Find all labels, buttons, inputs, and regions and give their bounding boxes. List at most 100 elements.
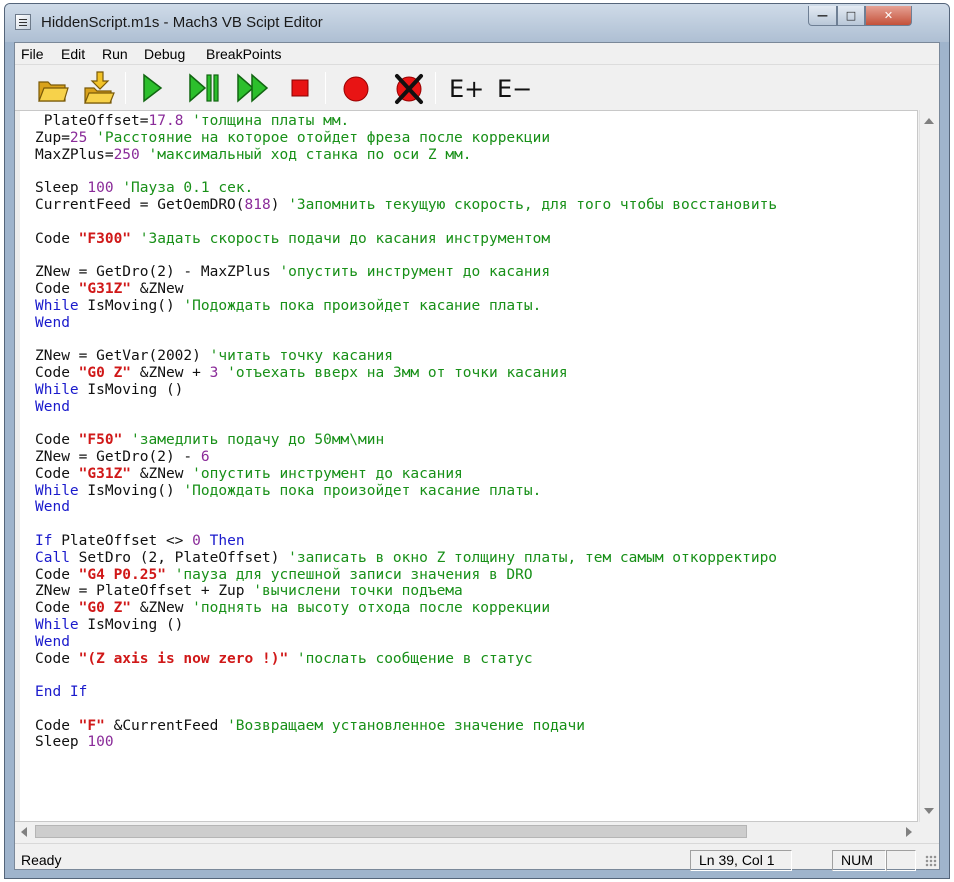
code-line[interactable]: Wend (35, 399, 777, 416)
code-line[interactable]: Code "G0 Z" &ZNew 'поднять на высоту отх… (35, 600, 777, 617)
code-line[interactable] (35, 516, 777, 533)
code-line[interactable]: ZNew = GetVar(2002) 'читать точку касани… (35, 348, 777, 365)
code-text: Code (35, 566, 79, 583)
code-line[interactable]: Wend (35, 634, 777, 651)
horizontal-scroll-thumb[interactable] (35, 825, 747, 838)
code-line[interactable]: Code "(Z axis is now zero !)" 'послать с… (35, 651, 777, 668)
code-text: ZNew = GetDro(2) - (35, 448, 201, 465)
close-button[interactable]: ✕ (865, 6, 912, 26)
code-number: 25 (69, 129, 88, 146)
code-comment: 'Пауза 0.1 сек. (122, 180, 254, 197)
code-line[interactable]: Code "G31Z" &ZNew 'опустить инструмент д… (35, 466, 777, 483)
code-line[interactable]: Wend (35, 499, 777, 516)
code-string: "F50" (78, 432, 123, 449)
code-line[interactable]: ZNew = GetDro(2) - MaxZPlus 'опустить ин… (35, 264, 777, 281)
minimize-button[interactable]: — (808, 6, 837, 26)
menu-run[interactable]: Run (102, 46, 128, 62)
menu-debug[interactable]: Debug (144, 46, 185, 62)
code-string: "F" (78, 717, 105, 734)
code-comment: 'послать сообщение в статус (296, 650, 533, 667)
code-keyword: Then (209, 532, 245, 549)
code-line[interactable]: CurrentFeed = GetOemDRO(818) 'Запомнить … (35, 197, 777, 214)
code-line[interactable] (35, 415, 777, 432)
scroll-right-icon[interactable] (906, 827, 912, 837)
code-line[interactable]: While IsMoving() 'Подождать пока произой… (35, 298, 777, 315)
code-line[interactable]: Sleep 100 (35, 734, 777, 751)
code-text: IsMoving() (78, 482, 184, 499)
toolbar: E+ E− (15, 66, 939, 110)
code-line[interactable]: Code "F50" 'замедлить подачу до 50мм\мин (35, 432, 777, 449)
code-line[interactable]: Code "F300" 'Задать скорость подачи до к… (35, 231, 777, 248)
code-text: Code (35, 230, 79, 247)
cursor-position: Ln 39, Col 1 (690, 850, 792, 871)
code-line[interactable]: PlateOffset=17.8 'толщина платы мм. (35, 113, 777, 130)
code-comment: 'записать в окно Z толщину платы, тем са… (288, 549, 778, 566)
stop-icon[interactable] (282, 70, 318, 106)
run-icon[interactable] (133, 70, 169, 106)
code-line[interactable] (35, 163, 777, 180)
title-bar[interactable]: HiddenScript.m1s - Mach3 VB Scipt Editor… (5, 4, 949, 42)
code-line[interactable] (35, 331, 777, 348)
code-text: Code (35, 280, 79, 297)
code-line[interactable]: While IsMoving () (35, 617, 777, 634)
code-number: 250 (113, 146, 140, 163)
code-line[interactable]: Wend (35, 315, 777, 332)
maximize-button[interactable]: □ (837, 6, 865, 26)
collapse-icon[interactable]: E− (495, 70, 535, 106)
step-icon[interactable] (186, 70, 222, 106)
menu-file[interactable]: File (21, 46, 44, 62)
breakpoint-icon[interactable] (338, 70, 374, 106)
code-line[interactable]: ZNew = GetDro(2) - 6 (35, 449, 777, 466)
code-number: 17.8 (148, 113, 184, 129)
expand-icon[interactable]: E+ (447, 70, 487, 106)
code-line[interactable]: Code "F" &CurrentFeed 'Возвращаем устано… (35, 718, 777, 735)
code-keyword: While (35, 482, 79, 499)
code-line[interactable]: End If (35, 684, 777, 701)
scroll-left-icon[interactable] (21, 827, 27, 837)
code-lines[interactable]: PlateOffset=17.8 'толщина платы мм. Zup=2… (35, 113, 777, 751)
code-number: 100 (87, 734, 114, 751)
code-keyword: If (35, 532, 53, 549)
expand-label: E+ (449, 75, 484, 103)
collapse-label: E− (497, 75, 532, 103)
code-line[interactable]: If PlateOffset <> 0 Then (35, 533, 777, 550)
code-line[interactable]: Code "G0 Z" &ZNew + 3 'отъехать вверх на… (35, 365, 777, 382)
code-line[interactable]: Code "G31Z" &ZNew (35, 281, 777, 298)
code-text: MaxZPlus= (35, 146, 114, 163)
scroll-up-icon[interactable] (924, 118, 934, 124)
scroll-down-icon[interactable] (924, 808, 934, 814)
status-text: Ready (21, 852, 62, 868)
code-comment: 'вычислени точки подъема (253, 583, 463, 600)
code-string: "G31Z" (78, 280, 132, 297)
menu-edit[interactable]: Edit (61, 46, 85, 62)
resize-grip-icon[interactable] (925, 855, 937, 867)
save-icon[interactable] (81, 70, 117, 106)
code-editor[interactable]: PlateOffset=17.8 'толщина платы мм. Zup=2… (15, 110, 918, 822)
code-line[interactable]: ZNew = PlateOffset + Zup 'вычислени точк… (35, 583, 777, 600)
code-line[interactable] (35, 214, 777, 231)
code-line[interactable] (35, 701, 777, 718)
code-line[interactable] (35, 247, 777, 264)
code-line[interactable]: While IsMoving() 'Подождать пока произой… (35, 483, 777, 500)
code-line[interactable]: Code "G4 P0.25" 'пауза для успешной запи… (35, 567, 777, 584)
code-text: IsMoving () (78, 616, 184, 633)
code-comment: 'отъехать вверх на 3мм от точки касания (227, 364, 568, 381)
code-line[interactable]: Zup=25 'Расстояние на которое отойдет фр… (35, 130, 777, 147)
step-over-icon[interactable] (235, 70, 271, 106)
vertical-scrollbar[interactable] (919, 110, 939, 822)
code-line[interactable] (35, 667, 777, 684)
code-text: &ZNew (131, 465, 193, 482)
code-text: &CurrentFeed (104, 717, 228, 734)
clear-breakpoint-icon[interactable] (391, 70, 427, 106)
open-folder-icon[interactable] (35, 70, 71, 106)
code-line[interactable]: Sleep 100 'Пауза 0.1 сек. (35, 180, 777, 197)
menu-breakpoints[interactable]: BreakPoints (206, 46, 281, 62)
toolbar-separator (435, 72, 436, 104)
code-line[interactable]: Call SetDro (2, PlateOffset) 'записать в… (35, 550, 777, 567)
horizontal-scrollbar[interactable] (15, 822, 918, 842)
code-line[interactable]: MaxZPlus=250 'максимальный ход станка по… (35, 147, 777, 164)
code-line[interactable]: While IsMoving () (35, 382, 777, 399)
